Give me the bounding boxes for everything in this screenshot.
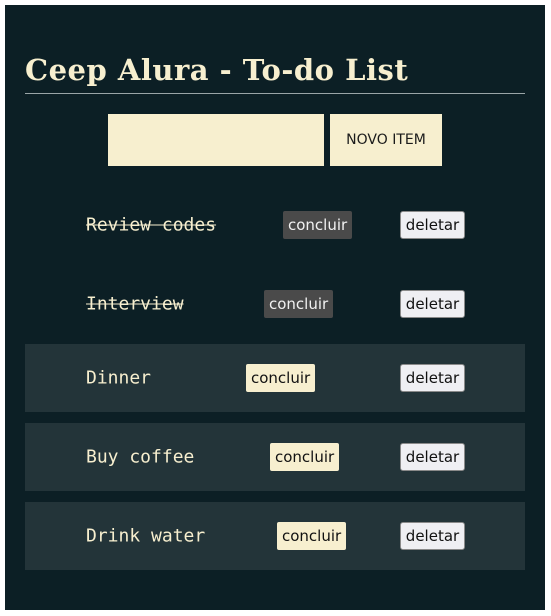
todo-app: Ceep Alura - To-do List NOVO ITEM Review… <box>5 5 545 610</box>
title-divider <box>25 93 525 94</box>
todo-item: Dinner concluir deletar <box>25 344 525 412</box>
complete-button[interactable]: concluir <box>246 364 316 392</box>
delete-button[interactable]: deletar <box>400 522 465 550</box>
delete-button[interactable]: deletar <box>400 364 465 392</box>
todo-item-text: Buy coffee <box>86 446 195 468</box>
delete-button[interactable]: deletar <box>400 211 465 239</box>
new-item-input[interactable] <box>108 114 324 166</box>
page-title: Ceep Alura - To-do List <box>25 53 409 87</box>
delete-button[interactable]: deletar <box>400 290 465 318</box>
complete-button[interactable]: concluir <box>264 290 334 318</box>
todo-item-text: Dinner <box>86 367 152 389</box>
todo-item: Interview concluir deletar <box>25 270 525 338</box>
new-item-button[interactable]: NOVO ITEM <box>330 114 442 166</box>
todo-item-text: Interview <box>86 293 184 315</box>
complete-button[interactable]: concluir <box>277 522 347 550</box>
todo-item: Review codes concluir deletar <box>25 191 525 259</box>
todo-item-text: Drink water <box>86 525 206 547</box>
complete-button[interactable]: concluir <box>270 443 340 471</box>
todo-item: Buy coffee concluir deletar <box>25 423 525 491</box>
complete-button[interactable]: concluir <box>283 211 353 239</box>
delete-button[interactable]: deletar <box>400 443 465 471</box>
todo-item-text: Review codes <box>86 214 217 236</box>
todo-item: Drink water concluir deletar <box>25 502 525 570</box>
